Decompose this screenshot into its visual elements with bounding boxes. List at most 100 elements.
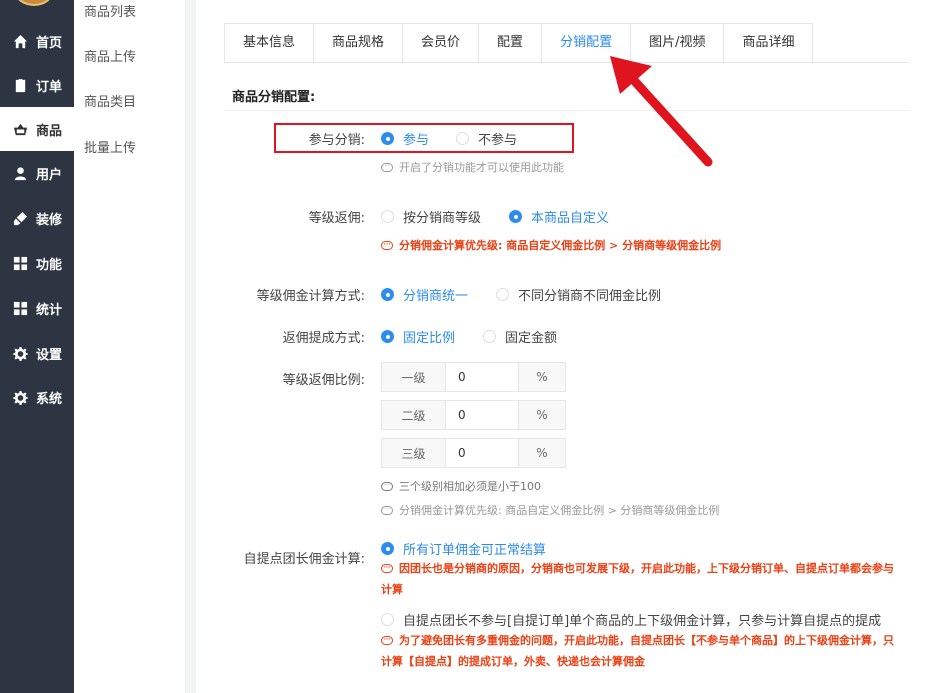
hint-text: 分销佣金计算优先级: 商品自定义佣金比例 > 分销商等级佣金比例	[399, 239, 722, 252]
nav-label: 统计	[36, 302, 63, 318]
nav-item-functions[interactable]: 功能	[0, 241, 74, 285]
avatar[interactable]	[14, 0, 54, 6]
radio-by-distributor-level[interactable]: 按分销商等级	[381, 207, 481, 226]
radio-fixed-amount[interactable]: 固定金额	[483, 327, 557, 346]
nav-label: 商品	[36, 123, 63, 139]
nav-label: 装修	[36, 212, 63, 228]
info-icon: ···	[381, 505, 393, 515]
user-icon	[12, 165, 28, 181]
pickup-option1-note-cont: 计算	[381, 583, 403, 596]
radio-different-ratio[interactable]: 不同分销商不同佣金比例	[496, 285, 661, 304]
radio-fixed-ratio[interactable]: 固定比例	[381, 327, 455, 346]
nav-item-settings[interactable]: 设置	[0, 331, 74, 375]
nav-item-users[interactable]: 用户	[0, 151, 74, 195]
level-rebate-hint: ··· 分销佣金计算优先级: 商品自定义佣金比例 > 分销商等级佣金比例	[381, 237, 721, 253]
pickup-option2-note-cont: 计算【自提点】的提成订单，外卖、快递也会计算佣金	[381, 655, 645, 668]
submenu-item-product-upload[interactable]: 商品上传	[84, 46, 136, 65]
nav-label: 系统	[36, 391, 63, 407]
nav-label: 功能	[36, 257, 63, 273]
radio-participate-yes[interactable]: 参与	[381, 129, 429, 148]
percent-unit: %	[518, 401, 565, 429]
radio-dot	[381, 542, 394, 555]
tab-bar: 基本信息 商品规格 会员价 配置 分销配置 图片/视频 商品详细	[224, 23, 814, 62]
nav-item-home[interactable]: 首页	[0, 19, 74, 63]
submenu-item-product-category[interactable]: 商品类目	[84, 91, 136, 110]
pickup-option1-note: ··· 因团长也是分销商的原因，分销商也可发展下级，开启此功能，上下级分销订单、…	[381, 560, 894, 576]
nav-label: 设置	[36, 347, 63, 363]
submenu-item-product-list[interactable]: 商品列表	[84, 1, 136, 20]
level-2-ratio-input-group: 二级 %	[381, 400, 566, 430]
hint-text: 分销佣金计算优先级: 商品自定义佣金比例 > 分销商等级佣金比例	[399, 504, 720, 517]
radio-label: 本商品自定义	[531, 211, 610, 226]
info-icon: ···	[381, 240, 393, 250]
radio-label: 不参与	[478, 133, 518, 148]
radio-dot	[381, 132, 394, 145]
level-1-ratio-input[interactable]	[446, 363, 518, 391]
ratio-label: 等级返佣比例:	[282, 373, 365, 388]
radio-label: 参与	[403, 133, 430, 148]
nav-item-products[interactable]: 商品	[0, 107, 74, 151]
percent-unit: %	[518, 439, 565, 467]
percent-unit: %	[518, 363, 565, 391]
level-rebate-label: 等级返佣:	[308, 211, 365, 226]
radio-label: 分销商统一	[403, 289, 469, 304]
participate-hint: ··· 开启了分销功能才可以使用此功能	[381, 159, 564, 175]
radio-dot	[381, 210, 394, 223]
level-2-ratio-input[interactable]	[446, 401, 518, 429]
gear-icon	[12, 345, 28, 361]
participate-label: 参与分销:	[308, 133, 365, 148]
info-icon: ···	[381, 563, 393, 573]
brush-icon	[12, 210, 28, 226]
grid-icon	[12, 300, 28, 316]
radio-dot	[381, 613, 394, 626]
nav-label: 用户	[36, 167, 63, 183]
radio-dot	[496, 288, 509, 301]
radio-all-orders-settle[interactable]: 所有订单佣金可正常结算	[381, 539, 546, 558]
radio-participate-no[interactable]: 不参与	[456, 129, 517, 148]
info-icon: ···	[381, 162, 393, 172]
radio-dot	[509, 210, 522, 223]
divider	[186, 0, 196, 693]
submenu-item-batch-upload[interactable]: 批量上传	[84, 137, 136, 156]
basket-icon	[12, 121, 28, 137]
ratio-hint-sum: ··· 三个级别相加必须是小于100	[381, 478, 541, 494]
radio-custom-product[interactable]: 本商品自定义	[509, 207, 609, 226]
divider	[224, 62, 910, 63]
level-name: 三级	[382, 439, 446, 467]
tab-basic-info[interactable]: 基本信息	[225, 24, 315, 62]
tab-specs[interactable]: 商品规格	[314, 24, 404, 62]
info-icon: ···	[381, 635, 393, 645]
level-3-ratio-input-group: 三级 %	[381, 438, 566, 468]
radio-label: 按分销商等级	[403, 211, 482, 226]
level-1-ratio-input-group: 一级 %	[381, 362, 566, 392]
radio-pickup-not-participate[interactable]: 自提点团长不参与[自提订单]单个商品的上下级佣金计算，只参与计算自提点的提成	[381, 610, 881, 629]
clipboard-icon	[12, 77, 28, 93]
tab-config[interactable]: 配置	[479, 24, 543, 62]
nav-item-decoration[interactable]: 装修	[0, 196, 74, 240]
radio-dot	[381, 330, 394, 343]
radio-dot	[483, 330, 496, 343]
nav-item-orders[interactable]: 订单	[0, 63, 74, 107]
nav-label: 首页	[36, 35, 63, 51]
level-3-ratio-input[interactable]	[446, 439, 518, 467]
nav-item-system[interactable]: 系统	[0, 375, 74, 419]
level-name: 一级	[382, 363, 446, 391]
radio-label: 所有订单佣金可正常结算	[403, 543, 547, 558]
grid-icon	[12, 255, 28, 271]
radio-dot	[456, 132, 469, 145]
annotation-arrow-icon	[610, 56, 713, 167]
level-name: 二级	[382, 401, 446, 429]
radio-label: 固定金额	[505, 331, 558, 346]
tab-details[interactable]: 商品详细	[724, 24, 813, 62]
tab-member-price[interactable]: 会员价	[403, 24, 480, 62]
pickup-leader-label: 自提点团长佣金计算:	[243, 552, 365, 567]
radio-unified[interactable]: 分销商统一	[381, 285, 468, 304]
withdraw-method-label: 返佣提成方式:	[282, 331, 365, 346]
app-root: 首页 订单 商品 用户 装修 功能 统计 设置 系统 商品列表 商品上传 商品类…	[0, 0, 934, 693]
hint-text: 开启了分销功能才可以使用此功能	[399, 161, 564, 174]
hint-text: 因团长也是分销商的原因，分销商也可发展下级，开启此功能，上下级分销订单、自提点订…	[399, 562, 894, 575]
ratio-hint-priority: ··· 分销佣金计算优先级: 商品自定义佣金比例 > 分销商等级佣金比例	[381, 502, 719, 518]
nav-item-statistics[interactable]: 统计	[0, 286, 74, 330]
radio-label: 自提点团长不参与[自提订单]单个商品的上下级佣金计算，只参与计算自提点的提成	[403, 614, 882, 629]
radio-dot	[381, 288, 394, 301]
